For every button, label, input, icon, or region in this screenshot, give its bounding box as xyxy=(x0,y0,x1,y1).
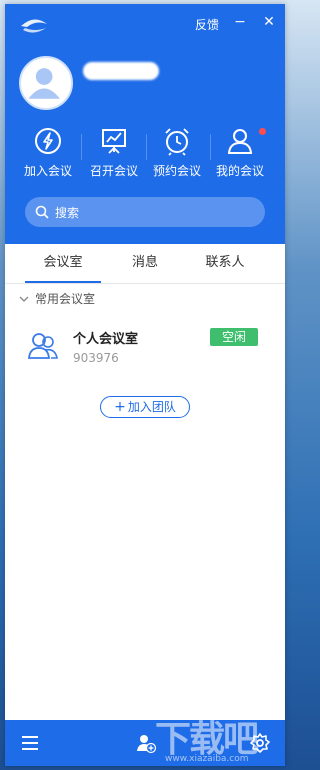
username-redacted xyxy=(83,62,159,80)
action-divider xyxy=(81,134,82,160)
group-header-frequent-rooms[interactable]: 常用会议室 xyxy=(19,290,95,310)
start-meeting-icon xyxy=(102,129,126,154)
start-meeting-button[interactable]: 召开会议 xyxy=(83,126,145,186)
avatar[interactable] xyxy=(19,56,73,110)
tab-bar: 会议室 消息 联系人 xyxy=(5,244,285,284)
active-tab-indicator xyxy=(25,281,101,283)
plus-icon: + xyxy=(114,399,126,415)
app-logo-icon xyxy=(21,19,47,33)
add-user-icon[interactable] xyxy=(135,732,157,754)
menu-icon[interactable] xyxy=(19,732,41,754)
search-input[interactable]: 搜索 xyxy=(25,197,265,227)
user-avatar-icon xyxy=(28,68,60,99)
my-meetings-label: 我的会议 xyxy=(215,164,264,178)
join-meeting-label: 加入会议 xyxy=(23,164,72,178)
room-id: 903976 xyxy=(73,351,119,365)
notification-badge xyxy=(259,128,266,135)
tab-contacts[interactable]: 联系人 xyxy=(187,244,263,284)
list-item[interactable]: 个人会议室 903976 空闲 xyxy=(5,316,285,376)
person-icon xyxy=(227,129,253,154)
tab-meeting-rooms[interactable]: 会议室 xyxy=(25,244,101,284)
room-name: 个人会议室 xyxy=(73,332,139,347)
start-meeting-label: 召开会议 xyxy=(89,164,138,178)
feedback-button[interactable]: 反馈 xyxy=(195,16,219,33)
my-meetings-button[interactable]: 我的会议 xyxy=(209,126,271,186)
join-meeting-icon xyxy=(35,128,61,154)
join-team-label: 加入团队 xyxy=(127,400,176,414)
status-badge: 空闲 xyxy=(210,328,258,346)
minimize-button[interactable]: − xyxy=(231,12,249,32)
tab-messages[interactable]: 消息 xyxy=(111,244,179,284)
alarm-clock-icon xyxy=(165,128,189,156)
header: 反馈 − ✕ 加入会议 召开会议 预约会议 我的会议 搜索 xyxy=(5,4,285,244)
group-label: 常用会议室 xyxy=(35,292,96,306)
schedule-meeting-button[interactable]: 预约会议 xyxy=(146,126,208,186)
footer-bar xyxy=(5,720,285,766)
search-icon xyxy=(35,205,49,219)
chevron-down-icon xyxy=(19,296,29,302)
app-window: 反馈 − ✕ 加入会议 召开会议 预约会议 我的会议 搜索 会议室 消息 联系人… xyxy=(5,4,285,766)
quick-actions: 加入会议 召开会议 预约会议 我的会议 xyxy=(5,126,285,186)
schedule-meeting-label: 预约会议 xyxy=(152,164,201,178)
join-meeting-button[interactable]: 加入会议 xyxy=(17,126,79,186)
search-placeholder: 搜索 xyxy=(55,206,80,220)
join-team-button[interactable]: + 加入团队 xyxy=(100,396,190,418)
close-button[interactable]: ✕ xyxy=(260,12,278,32)
gear-icon[interactable] xyxy=(249,732,271,754)
users-group-icon xyxy=(28,333,58,359)
